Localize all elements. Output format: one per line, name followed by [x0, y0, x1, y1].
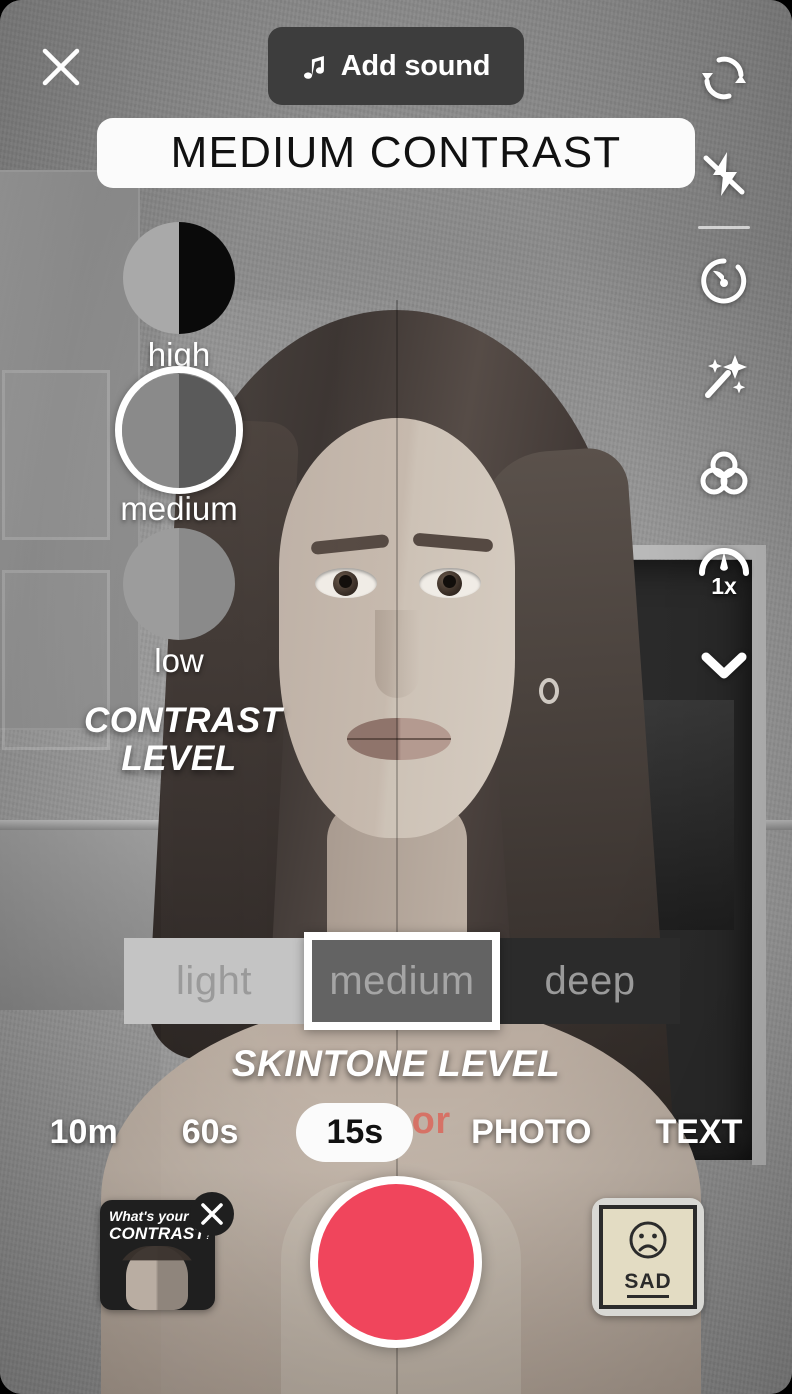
enhance-button[interactable]	[672, 329, 776, 425]
swatch-right-half	[179, 528, 235, 640]
swatch-left-half	[123, 528, 179, 640]
swatch-right-half	[179, 374, 236, 488]
skintone-label-deep: deep	[544, 958, 636, 1003]
swatch-left-half	[123, 222, 179, 334]
contrast-caption-line1: CONTRAST	[84, 701, 283, 740]
mode-photo[interactable]: PHOTO	[465, 1109, 597, 1156]
contrast-swatch-medium[interactable]	[122, 374, 236, 488]
close-camera-button[interactable]	[38, 44, 84, 90]
skintone-level-caption: SKINTONE LEVEL	[231, 1043, 561, 1084]
flash-off-icon	[703, 152, 745, 196]
filters-circles-icon	[700, 451, 748, 495]
skintone-label-light: light	[176, 958, 252, 1003]
effect-preview-card[interactable]: SAD	[592, 1198, 704, 1316]
mode-15s[interactable]: 15s	[296, 1103, 414, 1162]
dismiss-promo-button[interactable]	[190, 1192, 234, 1236]
tiktok-camera-screen: Add sound MEDIUM CONTRAST 1x high medium…	[0, 0, 792, 1394]
skintone-option-medium[interactable]: medium	[304, 932, 500, 1030]
effect-title: MEDIUM CONTRAST	[170, 128, 622, 177]
flash-toggle-button[interactable]	[672, 126, 776, 222]
speed-label: 1x	[711, 572, 737, 599]
contrast-label-high: high	[147, 336, 211, 373]
flip-camera-button[interactable]	[672, 30, 776, 126]
skintone-option-light[interactable]: light	[124, 938, 304, 1024]
contrast-swatch-low[interactable]	[123, 528, 235, 640]
skintone-level-widget: light medium deep	[124, 932, 680, 1030]
contrast-option-medium[interactable]: medium	[84, 366, 274, 528]
contrast-caption-line2: LEVEL	[121, 738, 237, 778]
skintone-option-deep[interactable]: deep	[500, 938, 680, 1024]
contrast-option-high[interactable]: high	[84, 222, 274, 374]
promo-thumbnail-face	[116, 1246, 198, 1310]
chevron-down-icon	[701, 652, 747, 679]
contrast-label-low: low	[154, 642, 204, 679]
mode-text[interactable]: TEXT	[649, 1109, 748, 1156]
effect-preview-label: SAD	[624, 1269, 672, 1293]
music-note-icon	[303, 56, 324, 79]
timer-button[interactable]	[672, 233, 776, 329]
promo-line2-text: CONTRAST	[109, 1224, 206, 1243]
timer-icon	[701, 258, 747, 304]
swatch-right-half	[179, 222, 235, 334]
camera-tool-rail: 1x	[672, 30, 776, 713]
filters-button[interactable]	[672, 425, 776, 521]
swatch-left-half	[122, 374, 179, 488]
contrast-option-low[interactable]: low	[84, 528, 274, 680]
contrast-label-medium: medium	[120, 490, 238, 527]
capture-mode-row: 10m 60s 15s PHOTO TEXT	[0, 1103, 792, 1162]
contrast-level-widget: high medium low CONTRAST LEVEL	[84, 222, 283, 778]
effect-title-pill[interactable]: MEDIUM CONTRAST	[97, 118, 695, 188]
mode-60s[interactable]: 60s	[176, 1109, 245, 1156]
magic-wand-sparkle-icon	[705, 355, 747, 398]
more-options-button[interactable]	[672, 617, 776, 713]
add-sound-button[interactable]: Add sound	[268, 27, 524, 105]
promo-line1: What's your	[109, 1208, 189, 1224]
contrast-swatch-high[interactable]	[123, 222, 235, 334]
rail-divider	[698, 226, 750, 229]
close-icon	[42, 48, 80, 86]
sad-underline	[627, 1294, 669, 1298]
close-icon	[201, 1203, 223, 1225]
add-sound-label: Add sound	[340, 49, 491, 82]
sad-face-icon	[629, 1221, 667, 1258]
effect-preview-inner: SAD	[599, 1205, 697, 1309]
speed-button[interactable]: 1x	[672, 521, 776, 617]
skintone-label-medium: medium	[329, 958, 475, 1003]
mode-10m[interactable]: 10m	[44, 1109, 124, 1156]
record-button[interactable]	[310, 1176, 482, 1348]
contrast-level-caption: CONTRAST LEVEL	[84, 701, 283, 778]
flip-camera-icon	[702, 56, 746, 100]
